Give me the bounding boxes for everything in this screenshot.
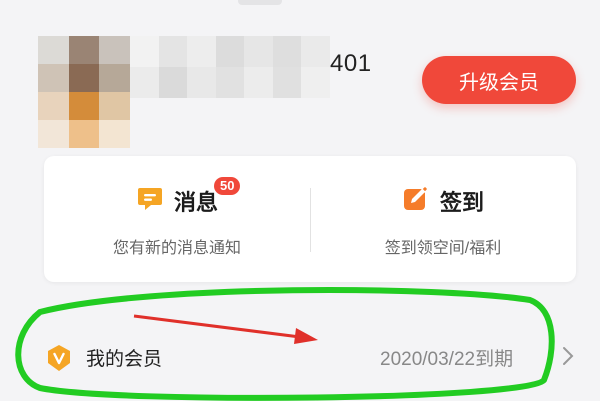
quick-actions-card: 消息 50 您有新的消息通知 签到 签到领空间/福利 — [44, 156, 576, 282]
avatar[interactable] — [38, 36, 130, 148]
vip-shield-icon — [46, 344, 72, 377]
my-membership-row[interactable]: 我的会员 2020/03/22到期 — [0, 316, 600, 394]
messages-title-text: 消息 — [173, 189, 218, 215]
checkin-entry[interactable]: 签到 签到领空间/福利 — [310, 156, 576, 282]
username-suffix: 401 — [330, 50, 372, 77]
username-blurred — [130, 36, 330, 98]
message-icon — [136, 184, 164, 217]
checkin-subtitle: 签到领空间/福利 — [384, 240, 502, 257]
checkin-title: 签到 — [439, 189, 484, 215]
unread-count-badge: 50 — [213, 176, 241, 195]
profile-header: 401 升级会员 — [0, 0, 600, 150]
membership-expiry: 2020/03/22到期 — [380, 349, 514, 370]
chevron-right-icon — [562, 346, 574, 371]
messages-title: 消息 50 — [173, 176, 241, 217]
messages-entry[interactable]: 消息 50 您有新的消息通知 — [44, 156, 310, 282]
membership-label: 我的会员 — [86, 349, 163, 370]
upgrade-membership-button[interactable]: 升级会员 — [422, 56, 576, 104]
messages-subtitle: 您有新的消息通知 — [112, 240, 241, 257]
checkin-edit-icon — [402, 184, 430, 217]
